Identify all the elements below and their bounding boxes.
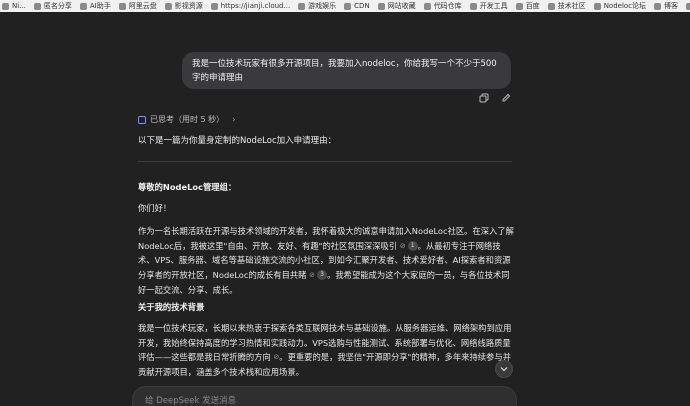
divider <box>138 161 512 162</box>
letter-heading: 关于我的技术背景 <box>138 302 205 312</box>
link-icon: ⊘ <box>309 271 316 279</box>
bookmark-item[interactable]: 技术社区 <box>547 1 586 11</box>
bookmark-icon <box>423 2 431 10</box>
letter-greeting: 尊敬的NodeLoc管理组： <box>138 182 237 192</box>
bookmarks-bar: Ni... 匿名分享 AI助手 阿里云盘 影视资源 https://jianji.clou… <box>0 0 690 12</box>
bookmark-icon <box>2 2 9 10</box>
bookmark-label: Ni... <box>12 2 26 10</box>
bookmark-icon <box>547 2 555 10</box>
bookmark-icon <box>79 2 87 10</box>
bookmark-icon <box>515 2 523 10</box>
bookmark-icon <box>686 2 690 10</box>
bookmark-label: CDN <box>354 2 370 10</box>
message-actions <box>478 92 512 104</box>
bookmark-item[interactable]: 博客 <box>654 1 678 11</box>
bookmark-label: 博客 <box>664 2 679 10</box>
bookmark-item[interactable]: 百度 <box>515 1 540 11</box>
bookmark-icon <box>210 2 218 10</box>
citation-1[interactable]: ⊘ 1 <box>400 239 418 254</box>
user-message-bubble: 我是一位技术玩家有很多开源项目，我要加入nodeloc，你给我写一个不少于500… <box>182 52 511 89</box>
bookmark-item[interactable]: 匿名分享 <box>33 1 72 11</box>
bookmark-item[interactable]: AI助手 <box>79 1 111 11</box>
thinking-label: 已思考（用时 5 秒） <box>150 115 225 124</box>
bookmark-item[interactable]: Nodeloc论坛 <box>593 1 647 11</box>
bookmark-label: 匿名分享 <box>43 2 72 10</box>
scroll-down-button[interactable] <box>495 360 513 378</box>
bookmark-label: 开发工具 <box>479 2 508 10</box>
bookmark-label: 影视资源 <box>174 2 203 10</box>
bookmark-item[interactable]: 影视资源 <box>164 1 203 11</box>
bookmark-icon <box>344 2 352 10</box>
letter-paragraph-2: 我是一位技术玩家，长期以来热衷于探索各类互联网技术与基础设施。从服务器运维、网络… <box>138 321 516 379</box>
bookmark-label: 技术社区 <box>557 2 586 10</box>
bookmark-item[interactable]: 代码仓库 <box>423 1 462 11</box>
bookmark-icon <box>469 2 477 10</box>
bookmark-icon <box>654 2 662 10</box>
bookmark-label: https://jianji.cloud... <box>220 2 291 10</box>
message-input[interactable]: 给 DeepSeek 发送消息 <box>132 386 517 406</box>
bookmark-icon <box>298 2 306 10</box>
copy-icon[interactable] <box>478 92 490 104</box>
bookmark-label: Nodeloc论坛 <box>603 2 647 10</box>
bookmark-item[interactable]: 网站收藏 <box>377 1 416 11</box>
edit-icon[interactable] <box>500 92 512 104</box>
bookmark-item[interactable]: 阿里云盘 <box>118 1 157 11</box>
letter-paragraph-1: 作为一名长期活跃在开源与技术领域的开发者，我怀着极大的诚意申请加入NodeLoc… <box>138 224 516 297</box>
thinking-icon <box>138 115 146 124</box>
bookmark-label: 网站收藏 <box>387 2 416 10</box>
chevron-down-icon <box>500 367 508 372</box>
bookmark-icon <box>164 2 172 10</box>
bookmark-icon <box>377 2 385 10</box>
chevron-right-icon: › <box>232 115 236 124</box>
bookmark-label: AI助手 <box>89 2 111 10</box>
bookmark-icon <box>593 2 601 10</box>
bookmark-label: 游戏娱乐 <box>308 2 337 10</box>
bookmark-item[interactable]: 开发工具 <box>469 1 508 11</box>
bookmark-item[interactable]: CDN <box>344 2 370 10</box>
citation-3[interactable]: ⊘ 3 <box>309 268 328 283</box>
bookmark-label: 百度 <box>525 2 540 10</box>
letter-hello: 你们好！ <box>138 203 172 213</box>
response-intro: 以下是一篇为你量身定制的NodeLoc加入申请理由： <box>138 136 337 146</box>
bookmark-item[interactable]: Ni... <box>2 2 26 10</box>
bookmark-item[interactable]: 游戏娱乐 <box>298 1 336 11</box>
bookmark-icon <box>33 2 41 10</box>
bookmark-item[interactable]: https://jianji.cloud... <box>210 2 291 10</box>
bookmark-label: 代码仓库 <box>433 2 462 10</box>
bookmark-item[interactable]: 管理员导航 <box>686 1 690 11</box>
bookmark-icon <box>118 2 126 10</box>
user-message-text: 我是一位技术玩家有很多开源项目，我要加入nodeloc，你给我写一个不少于500… <box>192 59 497 83</box>
bookmark-label: 阿里云盘 <box>128 2 157 10</box>
thinking-toggle[interactable]: 已思考（用时 5 秒） › <box>138 114 235 125</box>
link-icon: ⊘ <box>399 241 406 250</box>
message-input-placeholder: 给 DeepSeek 发送消息 <box>145 396 237 406</box>
citation-number: 1 <box>407 241 418 251</box>
citation-number: 3 <box>317 270 328 281</box>
